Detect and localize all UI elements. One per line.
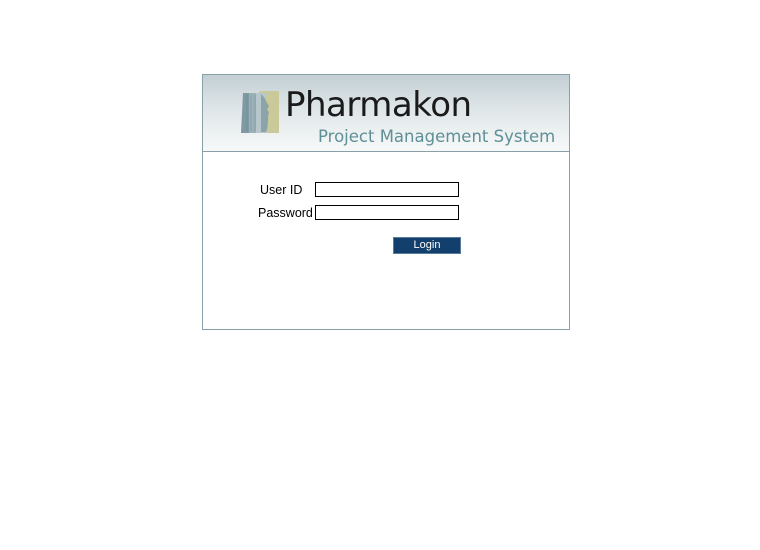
user-id-row: User ID (203, 181, 569, 199)
user-id-input[interactable] (315, 182, 459, 197)
header-banner: Pharmakon Project Management System (203, 75, 569, 152)
brand-name: Pharmakon (285, 85, 472, 125)
brand-subtitle: Project Management System (318, 127, 556, 146)
password-row: Password (203, 204, 569, 222)
password-label: Password (258, 206, 313, 220)
user-id-label: User ID (260, 183, 303, 197)
login-button[interactable]: Login (393, 237, 461, 254)
login-panel: Pharmakon Project Management System User… (202, 74, 570, 330)
profile-faces-logo-icon (241, 91, 279, 133)
password-input[interactable] (315, 205, 459, 220)
